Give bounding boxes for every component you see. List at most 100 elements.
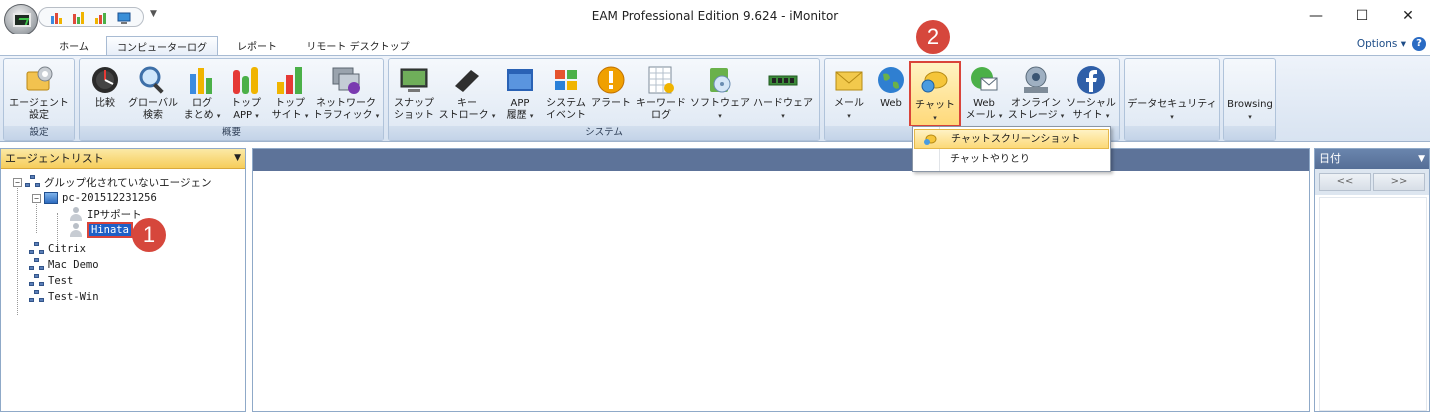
tab-computer-log[interactable]: コンピューターログ xyxy=(106,36,218,55)
menu-item-chat-screenshot[interactable]: チャットスクリーンショット xyxy=(914,129,1109,149)
network-traffic-button[interactable]: ネットワーク トラフィック ▾ xyxy=(312,61,380,127)
options-menu[interactable]: Options ▾ xyxy=(1357,38,1406,50)
date-panel-header[interactable]: 日付 ▼ xyxy=(1315,149,1429,169)
mail-label: メール ▾ xyxy=(834,98,864,120)
top-app-button[interactable]: トップ APP ▾ xyxy=(224,61,268,127)
global-search-button[interactable]: グローバル 検索 xyxy=(126,61,180,127)
tree-node-ungrouped[interactable]: − グルップ化されていないエージェン xyxy=(13,174,211,190)
online-storage-button[interactable]: オンライン ストレージ ▾ xyxy=(1007,61,1065,127)
snapshot-button[interactable]: スナップ ショット xyxy=(391,61,437,127)
group-label-data-security xyxy=(1125,126,1219,140)
title-bar: ▼ EAM Professional Edition 9.624 - iMoni… xyxy=(0,0,1430,36)
software-button[interactable]: ソフトウェア ▾ xyxy=(689,61,751,127)
tree-node-test[interactable]: Test xyxy=(29,273,73,289)
prev-date-button[interactable]: << xyxy=(1319,173,1371,191)
log-summary-label: ログ まとめ ▾ xyxy=(183,98,221,121)
keystroke-icon xyxy=(455,70,479,92)
webmail-button[interactable]: Web メール ▾ xyxy=(961,61,1007,127)
menu-item-label: チャットスクリーンショット xyxy=(951,134,1081,145)
group-label-overview: 概要 xyxy=(80,126,383,140)
menu-item-chat-conversation[interactable]: チャットやりとり xyxy=(914,150,1109,170)
tree-node-test-win[interactable]: Test-Win xyxy=(29,289,99,305)
tree-guide xyxy=(17,181,18,315)
log-summary-button[interactable]: ログ まとめ ▾ xyxy=(180,61,224,127)
app-history-label: APP 履歴 ▾ xyxy=(506,98,534,121)
app-history-button[interactable]: APP 履歴 ▾ xyxy=(497,61,543,127)
agent-settings-label: エージェント 設定 xyxy=(9,98,69,121)
tree-node-label: グルップ化されていないエージェン xyxy=(44,176,212,189)
tree-node-mac-demo[interactable]: Mac Demo xyxy=(29,257,99,273)
social-site-button[interactable]: ソーシャル サイト ▾ xyxy=(1065,61,1117,127)
keystroke-button[interactable]: キー ストローク ▾ xyxy=(437,61,497,127)
help-icon[interactable]: ? xyxy=(1412,37,1426,51)
windows-logo-icon xyxy=(555,70,577,90)
mail-button[interactable]: メール ▾ xyxy=(827,61,871,127)
tree-node-pc[interactable]: − pc-201512231256 xyxy=(32,190,157,206)
browsing-button[interactable]: Browsing ▾ xyxy=(1225,97,1275,125)
window-title: EAM Professional Edition 9.624 - iMonito… xyxy=(591,9,839,23)
compare-button[interactable]: 比較 xyxy=(82,61,128,127)
tree-node-citrix[interactable]: Citrix xyxy=(29,241,86,257)
keystroke-label: キー ストローク ▾ xyxy=(438,98,496,121)
tab-home[interactable]: ホーム xyxy=(44,36,104,55)
top-site-button[interactable]: トップ サイト ▾ xyxy=(268,61,312,127)
agent-settings-button[interactable]: エージェント 設定 xyxy=(6,61,72,127)
chevron-down-icon[interactable]: ▼ xyxy=(1418,149,1425,169)
top-app-label: トップ APP ▾ xyxy=(231,98,261,121)
web-button[interactable]: Web xyxy=(871,61,911,127)
data-security-label: データセキュリティ ▾ xyxy=(1127,99,1217,121)
tree-node-ip-support[interactable]: IPサポート xyxy=(69,206,142,222)
keyword-log-button[interactable]: キーワード ログ xyxy=(633,61,689,127)
chat-button[interactable]: チャット ▾ xyxy=(909,61,961,127)
group-browsing: Browsing ▾ xyxy=(1223,58,1276,141)
social-site-label: ソーシャル サイト ▾ xyxy=(1066,98,1116,121)
top-site-icon xyxy=(277,67,302,94)
tree-node-label-selected: Hinata xyxy=(87,222,133,238)
maximize-button[interactable]: ☐ xyxy=(1340,4,1384,28)
network-group-icon xyxy=(29,290,45,304)
keyword-log-icon xyxy=(648,66,674,94)
alert-label: アラート xyxy=(591,98,631,109)
collapse-icon[interactable]: − xyxy=(32,193,41,203)
webmail-icon xyxy=(971,67,998,91)
agent-list-panel: エージェントリスト ▼ − グルップ化されていないエージェン − pc-2015… xyxy=(0,148,246,412)
tab-report[interactable]: レポート xyxy=(222,36,292,55)
step-badge-1: 1 xyxy=(132,218,166,252)
web-label: Web xyxy=(880,98,902,109)
tab-remote-desktop[interactable]: リモート デスクトップ xyxy=(296,36,420,55)
network-traffic-label: ネットワーク トラフィック ▾ xyxy=(312,98,380,121)
top-site-label: トップ サイト ▾ xyxy=(271,98,309,121)
hardware-button[interactable]: ハードウェア ▾ xyxy=(751,61,815,127)
chevron-down-icon[interactable]: ▼ xyxy=(234,149,241,168)
chat-icon xyxy=(921,71,948,93)
next-date-button[interactable]: >> xyxy=(1373,173,1425,191)
date-nav-row: << >> xyxy=(1315,169,1429,195)
group-overview: 比較 グローバル 検索 ログ まとめ ▾ トップ APP ▾ トップ サイト ▾ ネット… xyxy=(79,58,384,141)
date-panel-title: 日付 xyxy=(1319,152,1341,165)
network-group-icon xyxy=(29,242,45,256)
tree-node-label: Test xyxy=(48,275,74,287)
hardware-icon xyxy=(768,75,798,86)
agent-list-header[interactable]: エージェントリスト ▼ xyxy=(1,149,245,169)
system-event-button[interactable]: システム イベント xyxy=(543,61,589,127)
log-summary-icon xyxy=(190,68,212,94)
calendar-area[interactable] xyxy=(1319,197,1427,411)
group-label-settings: 設定 xyxy=(4,126,74,140)
compare-icon xyxy=(92,67,118,93)
group-data-security: データセキュリティ ▾ xyxy=(1124,58,1220,141)
tree-node-label: Mac Demo xyxy=(48,259,99,271)
minimize-button[interactable]: — xyxy=(1294,4,1338,28)
collapse-icon[interactable]: − xyxy=(13,177,22,187)
alert-button[interactable]: アラート xyxy=(589,61,633,127)
network-group-icon xyxy=(29,274,45,288)
options-label: Options xyxy=(1356,38,1398,50)
global-search-label: グローバル 検索 xyxy=(128,98,178,121)
tree-node-hinata[interactable]: Hinata xyxy=(69,222,133,238)
globe-icon xyxy=(878,67,904,93)
close-button[interactable]: ✕ xyxy=(1386,4,1430,28)
user-icon xyxy=(69,207,83,221)
main-content-area xyxy=(252,148,1310,412)
data-security-button[interactable]: データセキュリティ ▾ xyxy=(1127,97,1217,125)
webmail-label: Web メール ▾ xyxy=(965,98,1003,121)
network-traffic-icon xyxy=(332,67,360,94)
